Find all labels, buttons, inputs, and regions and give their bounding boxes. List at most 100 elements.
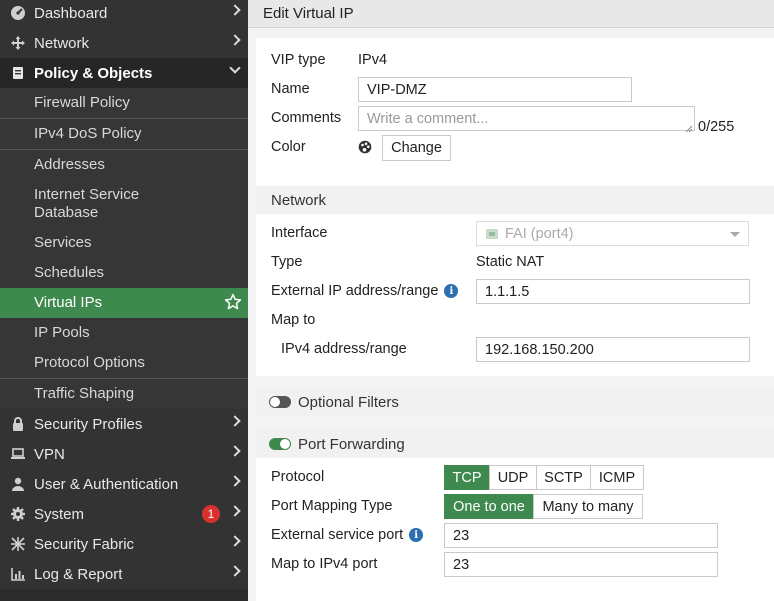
sidebar-item-system[interactable]: System 1 bbox=[0, 499, 248, 529]
external-service-port-input[interactable]: 23 bbox=[444, 523, 718, 548]
port-mapping-type-label: Port Mapping Type bbox=[271, 498, 393, 514]
port-forwarding-header: Port Forwarding bbox=[256, 430, 774, 458]
protocol-tcp-button[interactable]: TCP bbox=[444, 465, 490, 490]
gear-icon bbox=[9, 505, 27, 523]
sidebar-subitem-protocol-options[interactable]: Protocol Options bbox=[0, 348, 248, 379]
chart-icon bbox=[9, 565, 27, 583]
chevron-right-icon bbox=[229, 415, 241, 427]
sidebar-subitem-traffic-shaping[interactable]: Traffic Shaping bbox=[0, 379, 248, 409]
chevron-right-icon bbox=[229, 505, 241, 517]
sidebar-item-label: Security Profiles bbox=[34, 415, 143, 433]
sidebar-item-label: System bbox=[34, 505, 85, 523]
network-panel: Interface FAI (port4) Type Static NAT Ex… bbox=[256, 214, 774, 376]
network-section-header: Network bbox=[256, 186, 774, 214]
type-label: Type bbox=[271, 254, 303, 270]
sidebar-subitem-virtual-ips[interactable]: Virtual IPs bbox=[0, 288, 248, 318]
comments-counter: 0/255 bbox=[698, 119, 735, 135]
port-forwarding-panel: Protocol TCP UDP SCTP ICMP Port Mapping … bbox=[256, 458, 774, 601]
chevron-right-icon bbox=[229, 4, 241, 16]
sidebar-item-dashboard[interactable]: Dashboard bbox=[0, 0, 248, 28]
interface-select[interactable]: FAI (port4) bbox=[476, 221, 749, 246]
protocol-sctp-button[interactable]: SCTP bbox=[536, 465, 591, 490]
map-to-ipv4-port-input[interactable]: 23 bbox=[444, 552, 718, 577]
general-panel: VIP type IPv4 Name VIP-DMZ Comments Writ… bbox=[256, 38, 774, 186]
sidebar-item-security-profiles[interactable]: Security Profiles bbox=[0, 409, 248, 439]
laptop-icon bbox=[9, 445, 27, 463]
main-content: Edit Virtual IP VIP type IPv4 Name VIP-D… bbox=[248, 0, 774, 601]
sidebar: Dashboard Network Policy & Objects Firew… bbox=[0, 0, 248, 601]
external-service-port-label: External service port i bbox=[271, 527, 424, 543]
page-header: Edit Virtual IP bbox=[248, 0, 774, 28]
sidebar-item-network[interactable]: Network bbox=[0, 28, 248, 58]
network-section-title: Network bbox=[271, 191, 327, 209]
sidebar-subitem-internet-service-database[interactable]: Internet Service Database bbox=[0, 180, 248, 228]
name-label: Name bbox=[271, 81, 310, 97]
sidebar-item-label: VPN bbox=[34, 445, 65, 463]
sidebar-item-label: Log & Report bbox=[34, 565, 123, 583]
sidebar-item-label: Network bbox=[34, 34, 90, 52]
chevron-down-icon bbox=[730, 232, 740, 237]
sidebar-subitem-ip-pools[interactable]: IP Pools bbox=[0, 318, 248, 348]
comments-label: Comments bbox=[271, 110, 342, 126]
chevron-right-icon bbox=[229, 445, 241, 457]
comments-textarea[interactable]: Write a comment... bbox=[358, 106, 695, 133]
sidebar-item-log-report[interactable]: Log & Report bbox=[0, 559, 248, 589]
comments-placeholder: Write a comment... bbox=[367, 110, 489, 127]
sidebar-subitem-addresses[interactable]: Addresses bbox=[0, 150, 248, 180]
sidebar-item-user-authentication[interactable]: User & Authentication bbox=[0, 469, 248, 499]
notification-badge: 1 bbox=[202, 505, 220, 523]
sidebar-item-label: Dashboard bbox=[34, 4, 108, 22]
user-icon bbox=[9, 475, 27, 493]
type-value: Static NAT bbox=[476, 254, 545, 270]
vip-type-label: VIP type bbox=[271, 52, 326, 68]
info-icon[interactable]: i bbox=[444, 284, 459, 299]
protocol-udp-button[interactable]: UDP bbox=[489, 465, 537, 490]
info-icon[interactable]: i bbox=[409, 528, 424, 543]
sidebar-item-label: Policy & Objects bbox=[34, 64, 153, 82]
dashboard-icon bbox=[9, 4, 27, 22]
sidebar-item-label: Security Fabric bbox=[34, 535, 135, 553]
external-ip-label: External IP address/range i bbox=[271, 283, 459, 299]
sidebar-subitem-services[interactable]: Services bbox=[0, 228, 248, 258]
vip-type-value: IPv4 bbox=[358, 52, 388, 68]
sidebar-subitem-ipv4-dos-policy[interactable]: IPv4 DoS Policy bbox=[0, 119, 248, 150]
sidebar-subitem-schedules[interactable]: Schedules bbox=[0, 258, 248, 288]
star-icon[interactable] bbox=[224, 293, 242, 311]
chevron-right-icon bbox=[229, 535, 241, 547]
page-title: Edit Virtual IP bbox=[263, 5, 354, 22]
optional-filters-header: Optional Filters bbox=[256, 388, 774, 416]
chevron-right-icon bbox=[229, 565, 241, 577]
sidebar-subitem-firewall-policy[interactable]: Firewall Policy bbox=[0, 88, 248, 119]
ipv4-range-input[interactable]: 192.168.150.200 bbox=[476, 337, 750, 362]
sidebar-item-vpn[interactable]: VPN bbox=[0, 439, 248, 469]
port-forwarding-label: Port Forwarding bbox=[298, 435, 405, 453]
interface-label: Interface bbox=[271, 225, 328, 241]
network-move-icon bbox=[9, 34, 27, 52]
sidebar-item-label: User & Authentication bbox=[34, 475, 179, 493]
ipv4-range-label: IPv4 address/range bbox=[281, 341, 407, 357]
chevron-right-icon bbox=[229, 34, 241, 46]
mapping-many-to-many-button[interactable]: Many to many bbox=[533, 494, 643, 519]
sidebar-item-security-fabric[interactable]: Security Fabric bbox=[0, 529, 248, 559]
protocol-icmp-button[interactable]: ICMP bbox=[590, 465, 644, 490]
color-palette-icon bbox=[358, 140, 372, 154]
chevron-right-icon bbox=[229, 475, 241, 487]
mapping-one-to-one-button[interactable]: One to one bbox=[444, 494, 534, 519]
fabric-icon bbox=[9, 535, 27, 553]
interface-value: FAI (port4) bbox=[505, 225, 574, 242]
sidebar-item-policy-objects[interactable]: Policy & Objects bbox=[0, 58, 248, 88]
map-to-ipv4-port-label: Map to IPv4 port bbox=[271, 556, 378, 572]
name-input[interactable]: VIP-DMZ bbox=[358, 77, 632, 102]
port-forwarding-toggle[interactable] bbox=[269, 438, 291, 450]
protocol-label: Protocol bbox=[271, 469, 325, 485]
change-color-button[interactable]: Change bbox=[382, 135, 451, 161]
lock-icon bbox=[9, 415, 27, 433]
policy-icon bbox=[9, 64, 27, 82]
color-label: Color bbox=[271, 139, 306, 155]
resize-handle-icon[interactable] bbox=[685, 121, 693, 133]
map-to-label: Map to bbox=[271, 312, 316, 328]
optional-filters-toggle[interactable] bbox=[269, 396, 291, 408]
port-icon bbox=[485, 227, 499, 241]
external-ip-input[interactable]: 1.1.1.5 bbox=[476, 279, 750, 304]
optional-filters-label: Optional Filters bbox=[298, 393, 399, 411]
